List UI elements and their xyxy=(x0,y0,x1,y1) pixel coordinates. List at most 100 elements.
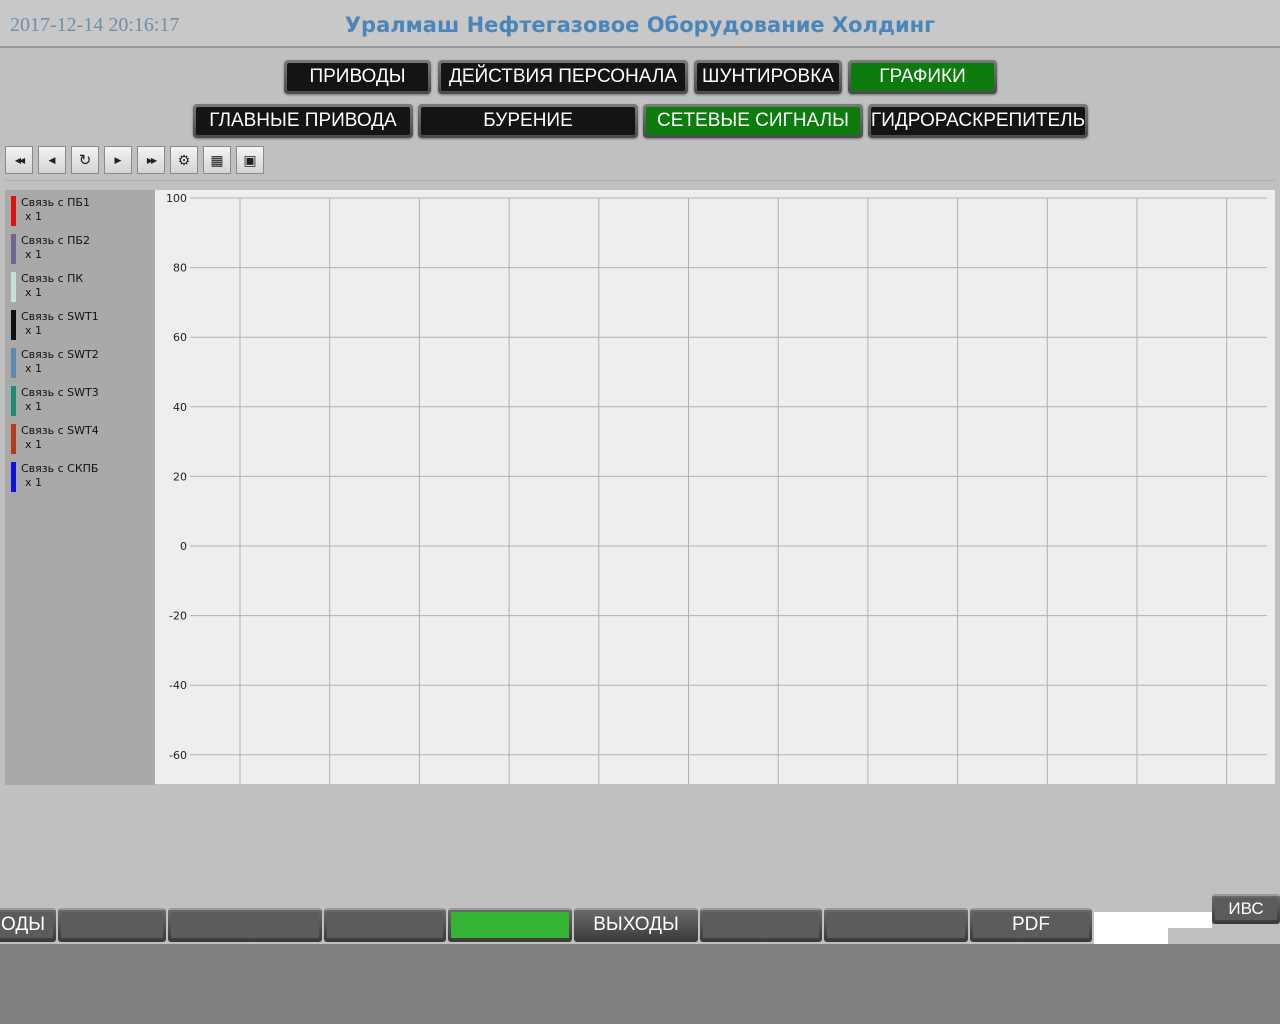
rewind-icon: ◀◀ xyxy=(14,155,25,165)
fast-forward-button[interactable]: ▶▶ xyxy=(137,146,165,174)
legend-item[interactable]: Связь с ПК x 1 xyxy=(5,266,155,302)
nav-button-drilling[interactable]: БУРЕНИЕ xyxy=(418,104,638,138)
legend-color-swatch xyxy=(11,386,16,416)
step-back-icon: ◀ xyxy=(48,154,56,165)
bottom-button-4[interactable] xyxy=(324,908,446,942)
chart-legend: Связь с ПБ1 x 1 Связь с ПБ2 x 1 Связь с ПК x … xyxy=(5,190,155,785)
nav-button-hydraulic-breakout[interactable]: ГИДРОРАСКРЕПИТЕЛЬ xyxy=(868,104,1088,138)
nav-button-charts[interactable]: ГРАФИКИ xyxy=(848,60,997,94)
rewind-button[interactable]: ◀◀ xyxy=(5,146,33,174)
nav-button-label: ГЛАВНЫЕ ПРИВОДА xyxy=(196,107,410,135)
bottom-button-label xyxy=(703,912,819,938)
legend-item[interactable]: Связь с ПБ1 x 1 xyxy=(5,190,155,226)
y-tick-label: -40 xyxy=(169,679,187,692)
step-forward-button[interactable]: ▶ xyxy=(104,146,132,174)
legend-item[interactable]: Связь с SWT1 x 1 xyxy=(5,304,155,340)
y-tick-label: 0 xyxy=(180,540,187,553)
legend-color-swatch xyxy=(11,424,16,454)
legend-series-scale: x 1 xyxy=(25,476,43,489)
header-bar: 2017-12-14 20:16:17 Уралмаш Нефтегазовое… xyxy=(0,0,1280,48)
legend-series-name: Связь с SWT4 xyxy=(21,424,99,437)
legend-series-scale: x 1 xyxy=(25,400,43,413)
step-back-button[interactable]: ◀ xyxy=(38,146,66,174)
bottom-background xyxy=(0,944,1280,1024)
legend-item[interactable]: Связь с SWT4 x 1 xyxy=(5,418,155,454)
legend-item[interactable]: Связь с SWT3 x 1 xyxy=(5,380,155,416)
legend-series-name: Связь с ПБ2 xyxy=(21,234,90,247)
bottom-button-label: ВЫХОДЫ xyxy=(593,914,679,935)
nav-button-staff-actions[interactable]: ДЕЙСТВИЯ ПЕРСОНАЛА xyxy=(438,60,688,94)
bottom-button-label xyxy=(171,912,319,938)
bottom-button-label: ОДЫ xyxy=(0,912,53,938)
legend-series-name: Связь с ПБ1 xyxy=(21,196,90,209)
legend-color-swatch xyxy=(11,196,16,226)
nav-button-network-signals[interactable]: СЕТЕВЫЕ СИГНАЛЫ xyxy=(643,104,863,138)
bottom-button-2[interactable] xyxy=(58,908,166,942)
nav-button-privody[interactable]: ПРИВОДЫ xyxy=(284,60,431,94)
legend-series-scale: x 1 xyxy=(25,438,43,451)
y-tick-label: -60 xyxy=(169,749,187,762)
refresh-button[interactable]: ↻ xyxy=(71,146,99,174)
legend-color-swatch xyxy=(11,310,16,340)
legend-series-name: Связь с SWT2 xyxy=(21,348,99,361)
render-artifact xyxy=(1168,912,1212,928)
bottom-button-label xyxy=(827,912,965,938)
legend-item[interactable]: Связь с SWT2 x 1 xyxy=(5,342,155,378)
bottom-button-pdf[interactable]: PDF xyxy=(970,908,1092,942)
settings-icon: ⚙ xyxy=(177,151,191,168)
chart-toolbar: ◀◀ ◀ ↻ ▶ ▶▶ ⚙ ▦ ▣ xyxy=(5,146,264,174)
y-tick-label: 100 xyxy=(166,192,187,205)
bottom-button-7[interactable] xyxy=(700,908,822,942)
bottom-nav-strip: ОДЫ ВЫХОДЫ PDF ИВС xyxy=(0,894,1280,944)
page-title: Уралмаш Нефтегазовое Оборудование Холдин… xyxy=(344,13,936,37)
chart-svg: 100 80 60 40 20 0 -20 -40 -60 xyxy=(166,192,1267,784)
legend-color-swatch xyxy=(11,234,16,264)
fast-forward-icon: ▶▶ xyxy=(146,155,157,165)
nav-button-bypass[interactable]: ШУНТИРОВКА xyxy=(694,60,842,94)
bottom-button-3[interactable] xyxy=(168,908,322,942)
bottom-button-ivs[interactable]: ИВС xyxy=(1212,894,1280,924)
toolbar-divider xyxy=(5,180,1275,181)
legend-series-scale: x 1 xyxy=(25,248,43,261)
y-tick-label: 40 xyxy=(173,401,187,414)
nav-button-label: ПРИВОДЫ xyxy=(287,63,428,91)
refresh-icon: ↻ xyxy=(78,152,92,169)
save-icon: ▣ xyxy=(243,151,257,168)
legend-series-scale: x 1 xyxy=(25,210,43,223)
save-button[interactable]: ▣ xyxy=(236,146,264,174)
legend-color-swatch xyxy=(11,348,16,378)
legend-color-swatch xyxy=(11,462,16,492)
legend-item[interactable]: Связь с СКПБ x 1 xyxy=(5,456,155,492)
legend-series-name: Связь с SWT3 xyxy=(21,386,99,399)
calendar-icon: ▦ xyxy=(210,151,224,168)
legend-color-swatch xyxy=(11,272,16,302)
step-forward-icon: ▶ xyxy=(114,154,122,165)
legend-series-name: Связь с ПК xyxy=(21,272,84,285)
calendar-button[interactable]: ▦ xyxy=(203,146,231,174)
nav-button-label: БУРЕНИЕ xyxy=(421,107,635,135)
legend-item[interactable]: Связь с ПБ2 x 1 xyxy=(5,228,155,264)
nav-button-label: ШУНТИРОВКА xyxy=(697,63,839,91)
nav-button-label: СЕТЕВЫЕ СИГНАЛЫ xyxy=(646,107,860,135)
legend-series-scale: x 1 xyxy=(25,286,43,299)
nav-button-label: ГРАФИКИ xyxy=(851,63,994,91)
bottom-button-label xyxy=(327,912,443,938)
bottom-button-label: ИВС xyxy=(1215,898,1277,920)
settings-button[interactable]: ⚙ xyxy=(170,146,198,174)
legend-series-name: Связь с SWT1 xyxy=(21,310,99,323)
y-tick-label: 60 xyxy=(173,331,187,344)
chart-plot-area: 100 80 60 40 20 0 -20 -40 -60 xyxy=(155,190,1275,784)
nav-button-main-drives[interactable]: ГЛАВНЫЕ ПРИВОДА xyxy=(193,104,413,138)
legend-series-scale: x 1 xyxy=(25,324,43,337)
bottom-button-outputs[interactable]: ВЫХОДЫ xyxy=(574,908,698,942)
y-tick-label: 20 xyxy=(173,470,187,483)
bottom-button-5-active[interactable] xyxy=(448,908,572,942)
y-tick-label: -20 xyxy=(169,610,187,623)
bottom-button-outputs-partial[interactable]: ОДЫ xyxy=(0,908,56,942)
render-artifact xyxy=(1094,912,1168,944)
y-tick-label: 80 xyxy=(173,262,187,275)
nav-button-label: ДЕЙСТВИЯ ПЕРСОНАЛА xyxy=(441,63,685,91)
bottom-button-8[interactable] xyxy=(824,908,968,942)
legend-series-name: Связь с СКПБ xyxy=(21,462,99,475)
bottom-button-label: PDF xyxy=(973,912,1089,938)
